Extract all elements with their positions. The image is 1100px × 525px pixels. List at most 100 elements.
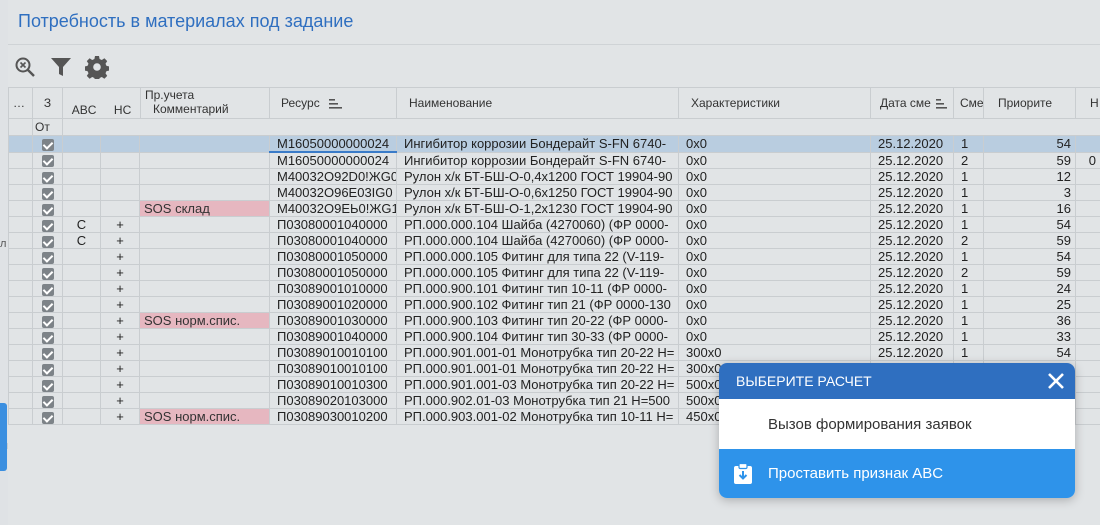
- resource-cell: П03080001050000: [269, 248, 397, 265]
- checkbox-cell: [32, 232, 63, 249]
- col-header-comment[interactable]: Комментарий: [145, 102, 269, 116]
- row-handle-cell: [8, 264, 33, 281]
- resource-cell: М16050000000024: [269, 135, 397, 153]
- col-header-resource[interactable]: Ресурс: [269, 87, 397, 119]
- checkbox-icon[interactable]: [41, 315, 54, 328]
- table-row[interactable]: + П03089001010000 РП.000.900.101 Фитинг ти…: [8, 280, 1100, 297]
- comment-cell: [139, 216, 270, 233]
- hc-cell: +: [100, 216, 140, 233]
- col-header-priority[interactable]: Приорите: [983, 87, 1076, 119]
- checkbox-icon[interactable]: [41, 347, 54, 360]
- name-cell: Ингибитор коррозии Бондерайт S-FN 6740-: [396, 151, 679, 169]
- table-row[interactable]: + П03080001050000 РП.000.000.105 Фитинг дл…: [8, 248, 1100, 265]
- checkbox-cell: [32, 360, 63, 377]
- create-requests-option[interactable]: Вызов формирования заявок: [719, 399, 1075, 449]
- priority-cell: 59: [983, 264, 1076, 281]
- filter-icon: [51, 58, 71, 76]
- priority-cell: 33: [983, 328, 1076, 345]
- checkbox-icon[interactable]: [41, 395, 54, 408]
- table-row[interactable]: + П03089001040000 РП.000.900.104 Фитинг ти…: [8, 328, 1100, 345]
- table-row[interactable]: + SOS норм.спис. П03089001030000 РП.000.900…: [8, 312, 1100, 329]
- table-row[interactable]: SOS склад М40032О9ЕЬ0!ЖG1 Рулон х/к БТ-БШ-…: [8, 200, 1100, 217]
- checkbox-icon[interactable]: [41, 171, 54, 184]
- table-row[interactable]: М40032О96Е03IG0 Рулон х/к БТ-БШ-О-0,6x125…: [8, 184, 1100, 201]
- col-header-date-label: Дата сме: [880, 96, 931, 110]
- characteristics-cell: 0x0: [678, 232, 871, 249]
- priority-cell: 54: [983, 135, 1076, 153]
- priority-cell: 24: [983, 280, 1076, 297]
- filter-button[interactable]: [49, 55, 73, 79]
- extra-cell: [1075, 376, 1100, 393]
- col-header-z[interactable]: З: [32, 87, 63, 119]
- col-menu-dots[interactable]: …: [8, 87, 33, 119]
- resource-cell: П03089001020000: [269, 296, 397, 313]
- table-row[interactable]: М16050000000024 Ингибитор коррозии Бондер…: [8, 135, 1100, 153]
- name-cell: Рулон х/к БТ-БШ-О-0,6x1250 ГОСТ 19904-90: [396, 184, 679, 201]
- comment-cell: [139, 248, 270, 265]
- hc-cell: +: [100, 248, 140, 265]
- col-header-from[interactable]: От: [32, 118, 63, 136]
- col-header-account[interactable]: Пр.учета: [145, 89, 269, 103]
- row-handle-cell: [8, 344, 33, 361]
- checkbox-icon[interactable]: [41, 251, 54, 264]
- settings-button[interactable]: [85, 55, 109, 79]
- checkbox-icon[interactable]: [41, 411, 54, 424]
- priority-cell: 12: [983, 168, 1076, 185]
- checkbox-icon[interactable]: [41, 299, 54, 312]
- checkbox-icon[interactable]: [41, 235, 54, 248]
- hc-cell: +: [100, 344, 140, 361]
- checkbox-icon[interactable]: [41, 155, 54, 168]
- hc-cell: [100, 184, 140, 201]
- date-cell: 25.12.2020: [870, 200, 954, 217]
- col-header-abc[interactable]: ABC: [72, 103, 97, 117]
- extra-cell: [1075, 200, 1100, 217]
- checkbox-icon[interactable]: [41, 138, 54, 151]
- characteristics-cell: 0x0: [678, 248, 871, 265]
- table-row[interactable]: М16050000000024 Ингибитор коррозии Бондер…: [8, 151, 1100, 169]
- table-row[interactable]: С + П03080001040000 РП.000.000.104 Шайба (4…: [8, 232, 1100, 249]
- checkbox-icon[interactable]: [41, 331, 54, 344]
- date-cell: 25.12.2020: [870, 232, 954, 249]
- sort-icon: [329, 98, 343, 109]
- set-abc-option[interactable]: Проставить признак ABC: [719, 449, 1075, 498]
- checkbox-cell: [32, 408, 63, 425]
- checkbox-icon[interactable]: [41, 283, 54, 296]
- col-header-name[interactable]: Наименование: [396, 87, 679, 119]
- checkbox-icon[interactable]: [41, 203, 54, 216]
- hc-cell: +: [100, 328, 140, 345]
- name-cell: РП.000.000.104 Шайба (4270060) (ФР 0000-: [396, 232, 679, 249]
- checkbox-icon[interactable]: [41, 219, 54, 232]
- checkbox-icon[interactable]: [41, 267, 54, 280]
- col-header-characteristics[interactable]: Характеристики: [678, 87, 871, 119]
- comment-cell: [139, 360, 270, 377]
- resource-cell: П03089001010000: [269, 280, 397, 297]
- comment-cell: [139, 344, 270, 361]
- resource-cell: П03089001040000: [269, 328, 397, 345]
- priority-cell: 54: [983, 344, 1076, 361]
- col-header-shift[interactable]: Смен: [953, 87, 984, 119]
- side-panel-tab[interactable]: [0, 403, 7, 471]
- shift-cell: 1: [953, 344, 984, 361]
- table-row[interactable]: С + П03080001040000 РП.000.000.104 Шайба (4…: [8, 216, 1100, 233]
- table-row[interactable]: М40032О92D0!ЖG0 Рулон х/к БТ-БШ-О-0,4x120…: [8, 168, 1100, 185]
- shift-cell: 1: [953, 168, 984, 185]
- table-row[interactable]: + П03089010010100 РП.000.901.001-01 Монотр…: [8, 344, 1100, 361]
- close-button[interactable]: [1045, 370, 1067, 392]
- date-cell: 25.12.2020: [870, 264, 954, 281]
- checkbox-icon[interactable]: [41, 379, 54, 392]
- table-row[interactable]: + П03089001020000 РП.000.900.102 Фитинг ти…: [8, 296, 1100, 313]
- table-row[interactable]: + П03080001050000 РП.000.000.105 Фитинг дл…: [8, 264, 1100, 281]
- comment-cell: [139, 184, 270, 201]
- col-header-extra[interactable]: Н: [1075, 87, 1100, 119]
- checkbox-icon[interactable]: [41, 187, 54, 200]
- name-cell: РП.000.900.102 Фитинг тип 21 (ФР 0000-13…: [396, 296, 679, 313]
- shift-cell: 1: [953, 135, 984, 153]
- checkbox-icon[interactable]: [41, 363, 54, 376]
- resource-cell: М40032О96Е03IG0: [269, 184, 397, 201]
- zoom-reset-button[interactable]: [13, 55, 37, 79]
- comment-cell: SOS норм.спис.: [139, 408, 270, 425]
- col-header-date[interactable]: Дата сме: [870, 87, 954, 119]
- characteristics-cell: 0x0: [678, 264, 871, 281]
- date-cell: 25.12.2020: [870, 280, 954, 297]
- col-header-hc[interactable]: НС: [114, 103, 131, 117]
